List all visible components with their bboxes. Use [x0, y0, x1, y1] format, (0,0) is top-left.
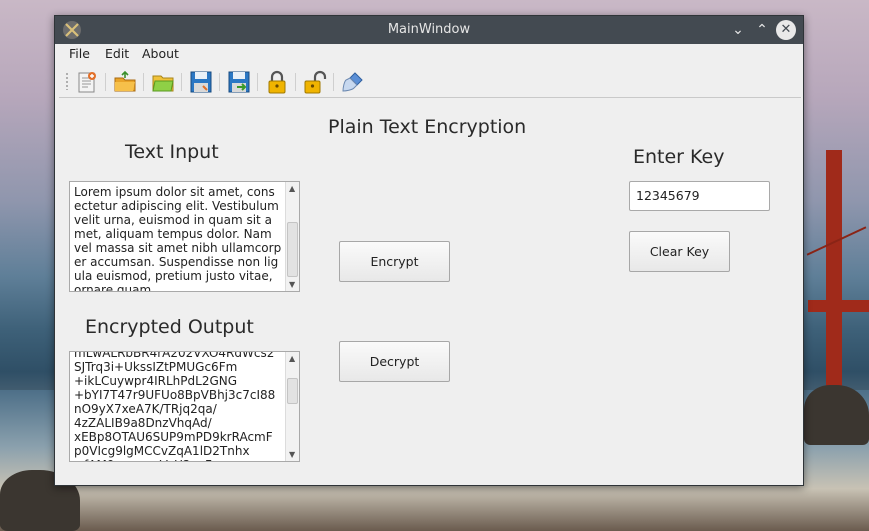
scroll-down-icon[interactable]: ▼ [289, 280, 295, 289]
scroll-up-icon[interactable]: ▲ [289, 354, 295, 363]
bridge-tower [808, 300, 869, 312]
encrypted-output-label: Encrypted Output [85, 316, 254, 338]
new-file-icon[interactable] [75, 70, 99, 94]
decrypt-button[interactable]: Decrypt [339, 341, 450, 382]
window-title: MainWindow [387, 22, 471, 37]
menu-bar: File Edit About [55, 44, 803, 64]
save-icon[interactable] [189, 70, 213, 94]
clear-brush-icon[interactable] [341, 70, 365, 94]
open-folder-green-icon[interactable] [151, 70, 175, 94]
toolbar-separator [105, 73, 106, 91]
scroll-up-icon[interactable]: ▲ [289, 184, 295, 193]
text-input-label: Text Input [125, 141, 219, 163]
encrypted-output-content: mLwALRbBR4rA202VXO4RdWcs2 SJTrq3i+UkssIZ… [74, 351, 276, 461]
bridge-tower [826, 150, 842, 400]
menu-about[interactable]: About [142, 46, 179, 61]
toolbar-separator [219, 73, 220, 91]
minimize-icon[interactable]: ⌄ [728, 20, 748, 40]
toolbar [59, 64, 801, 98]
scroll-down-icon[interactable]: ▼ [289, 450, 295, 459]
menu-edit[interactable]: Edit [105, 46, 129, 61]
scroll-thumb[interactable] [287, 378, 298, 404]
maximize-icon[interactable]: ⌃ [752, 20, 772, 40]
menu-file[interactable]: File [69, 46, 90, 61]
unlock-icon[interactable] [303, 70, 327, 94]
toolbar-separator [143, 73, 144, 91]
toolbar-grip[interactable] [65, 72, 69, 90]
clear-key-button[interactable]: Clear Key [629, 231, 730, 272]
toolbar-separator [181, 73, 182, 91]
main-window: MainWindow ⌄ ⌃ ✕ File Edit About Plain T… [54, 15, 804, 486]
text-input-scrollbar[interactable]: ▲ ▼ [285, 182, 299, 291]
open-folder-icon[interactable] [113, 70, 137, 94]
key-input-field[interactable]: 12345679 [629, 181, 770, 211]
title-bar[interactable]: MainWindow ⌄ ⌃ ✕ [55, 16, 803, 44]
encrypted-output-scrollbar[interactable]: ▲ ▼ [285, 352, 299, 461]
lock-icon[interactable] [265, 70, 289, 94]
toolbar-separator [257, 73, 258, 91]
encrypted-output-field[interactable]: mLwALRbBR4rA202VXO4RdWcs2 SJTrq3i+UkssIZ… [69, 351, 300, 462]
close-icon[interactable]: ✕ [776, 20, 796, 40]
background-rock [804, 385, 869, 445]
scroll-thumb[interactable] [287, 222, 298, 277]
save-as-icon[interactable] [227, 70, 251, 94]
text-input-content: Lorem ipsum dolor sit amet, consectetur … [74, 185, 283, 292]
page-heading: Plain Text Encryption [328, 116, 527, 138]
toolbar-separator [333, 73, 334, 91]
toolbar-separator [295, 73, 296, 91]
encrypt-button[interactable]: Encrypt [339, 241, 450, 282]
text-input-field[interactable]: Lorem ipsum dolor sit amet, consectetur … [69, 181, 300, 292]
enter-key-label: Enter Key [633, 146, 725, 168]
